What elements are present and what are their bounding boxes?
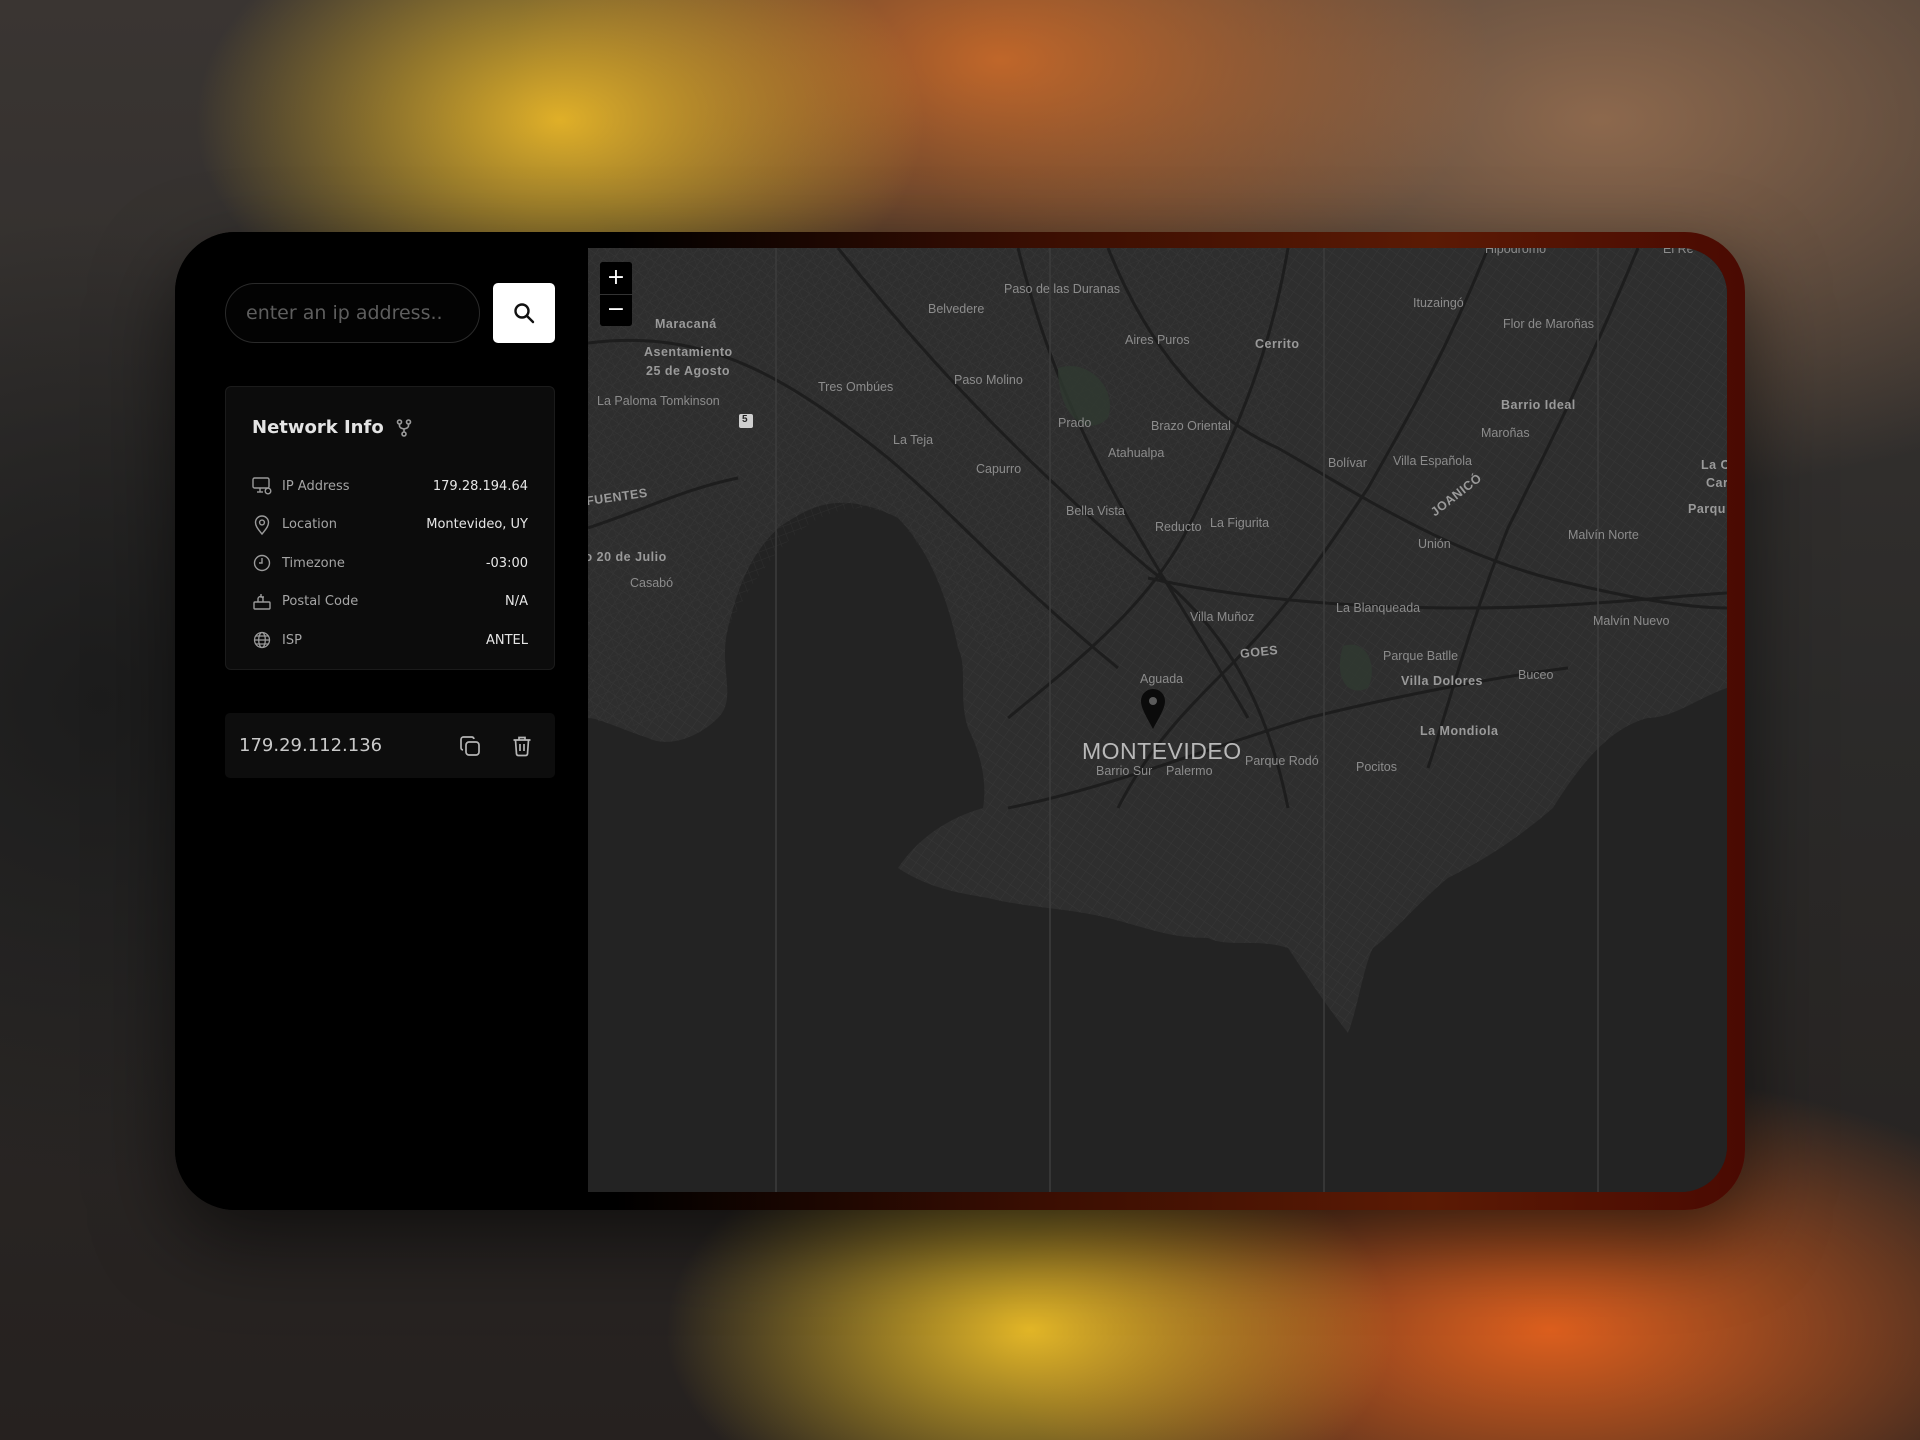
map-label: Hipódromo	[1485, 248, 1547, 256]
map-label: Paso Molino	[954, 373, 1023, 387]
map-label: Palermo	[1166, 764, 1213, 778]
location-marker-icon[interactable]	[1140, 688, 1166, 730]
info-row-postal-code: Postal Code N/A	[252, 583, 528, 622]
app-window: Network Info IP Address 179.28.194.64 Lo…	[175, 232, 1745, 1210]
info-label: ISP	[282, 632, 302, 648]
info-value: ANTEL	[485, 632, 528, 648]
map-label: Brazo Oriental	[1151, 419, 1231, 433]
info-value: 179.28.194.64	[432, 478, 528, 494]
map-label: Car	[1706, 476, 1727, 490]
map-label: Unión	[1418, 537, 1451, 551]
map-label: La Teja	[893, 433, 934, 447]
search-icon	[514, 303, 535, 324]
map-label: Casabó	[630, 576, 674, 590]
map-label: Parqu	[1688, 502, 1726, 516]
map-label: Maracaná	[655, 317, 717, 331]
map-label: Barrio Ideal	[1501, 398, 1576, 412]
map-label: Prado	[1058, 416, 1092, 430]
map-label: Parque Batlle	[1383, 649, 1459, 663]
sidebar: Network Info IP Address 179.28.194.64 Lo…	[175, 232, 588, 1210]
globe-icon	[253, 632, 271, 649]
network-fork-icon	[396, 418, 412, 437]
city-label: MONTEVIDEO	[1082, 738, 1242, 764]
history-item[interactable]: 179.29.112.136	[225, 713, 555, 778]
map-label: Atahualpa	[1108, 446, 1165, 460]
map-label: La Paloma Tomkinson	[597, 394, 720, 408]
map-label: Capurro	[976, 462, 1022, 476]
info-label: Location	[282, 517, 337, 533]
copy-button[interactable]	[457, 733, 483, 759]
map-label: Villa Muñoz	[1190, 610, 1255, 624]
map-label: El Re	[1663, 248, 1694, 256]
map-label: Malvín Norte	[1568, 528, 1639, 542]
map-label: Maroñas	[1481, 426, 1530, 440]
map-zoom-control: + −	[600, 262, 632, 326]
history-ip[interactable]: 179.29.112.136	[239, 713, 382, 778]
map-label: Parque Rodó	[1245, 754, 1319, 768]
search-bar	[225, 283, 555, 343]
info-row-ip-address: IP Address 179.28.194.64	[252, 467, 528, 506]
map-label: La Mondiola	[1420, 724, 1499, 738]
map-label: Aguada	[1140, 672, 1184, 686]
location-pin-icon	[254, 515, 270, 535]
network-info-rows: IP Address 179.28.194.64 Location Montev…	[252, 467, 528, 660]
map-label: Belvedere	[928, 302, 985, 316]
map-label: La C	[1701, 458, 1727, 472]
network-info-title: Network Info	[252, 417, 384, 438]
copy-icon	[460, 736, 480, 756]
map-label: Reducto	[1155, 520, 1202, 534]
info-value: -03:00	[485, 555, 528, 571]
map-view[interactable]: Hipódromo Paso de las Duranas Belvedere …	[588, 248, 1727, 1192]
trash-icon	[513, 736, 531, 757]
map-label: Bolívar	[1328, 456, 1367, 470]
clock-icon	[253, 555, 271, 572]
map-label: Villa Española	[1393, 454, 1472, 468]
map-label: Villa Dolores	[1401, 674, 1483, 688]
map-label: Ituzaingó	[1413, 296, 1464, 310]
ip-search-input[interactable]	[225, 283, 480, 343]
map-label: Bella Vista	[1066, 504, 1125, 518]
map-label: Cerrito	[1255, 337, 1300, 351]
monitor-icon	[252, 477, 272, 495]
route-shield-label: 5	[742, 414, 748, 425]
info-row-location: Location Montevideo, UY	[252, 506, 528, 545]
network-info-header: Network Info	[252, 417, 412, 438]
search-button[interactable]	[493, 283, 555, 343]
map-label: La Blanqueada	[1336, 601, 1421, 615]
map-label: Tres Ombúes	[818, 380, 894, 394]
info-label: Postal Code	[282, 594, 359, 610]
map-label: 25 de Agosto	[646, 364, 731, 378]
info-row-isp: ISP ANTEL	[252, 621, 528, 660]
map-label: Malvín Nuevo	[1593, 614, 1670, 628]
zoom-in-button[interactable]: +	[600, 262, 632, 294]
info-value: Montevideo, UY	[426, 517, 528, 533]
mailbox-icon	[253, 593, 271, 610]
delete-button[interactable]	[509, 733, 535, 759]
map-label: Pueblo 20 de Julio	[588, 550, 667, 564]
map-label: Barrio Sur	[1096, 764, 1153, 778]
info-value: N/A	[505, 594, 528, 610]
info-label: Timezone	[282, 555, 345, 571]
map-label: La Figurita	[1210, 516, 1270, 530]
network-info-card: Network Info IP Address 179.28.194.64 Lo…	[225, 386, 555, 670]
map-label: Pocitos	[1356, 760, 1397, 774]
map-label: Aires Puros	[1125, 333, 1190, 347]
map-label: Asentamiento	[644, 345, 733, 359]
info-label: IP Address	[282, 478, 350, 494]
info-row-timezone: Timezone -03:00	[252, 544, 528, 583]
zoom-out-button[interactable]: −	[600, 294, 632, 326]
map-label: Buceo	[1518, 668, 1554, 682]
map-label: Paso de las Duranas	[1004, 282, 1121, 296]
map-label: Flor de Maroñas	[1503, 317, 1595, 331]
